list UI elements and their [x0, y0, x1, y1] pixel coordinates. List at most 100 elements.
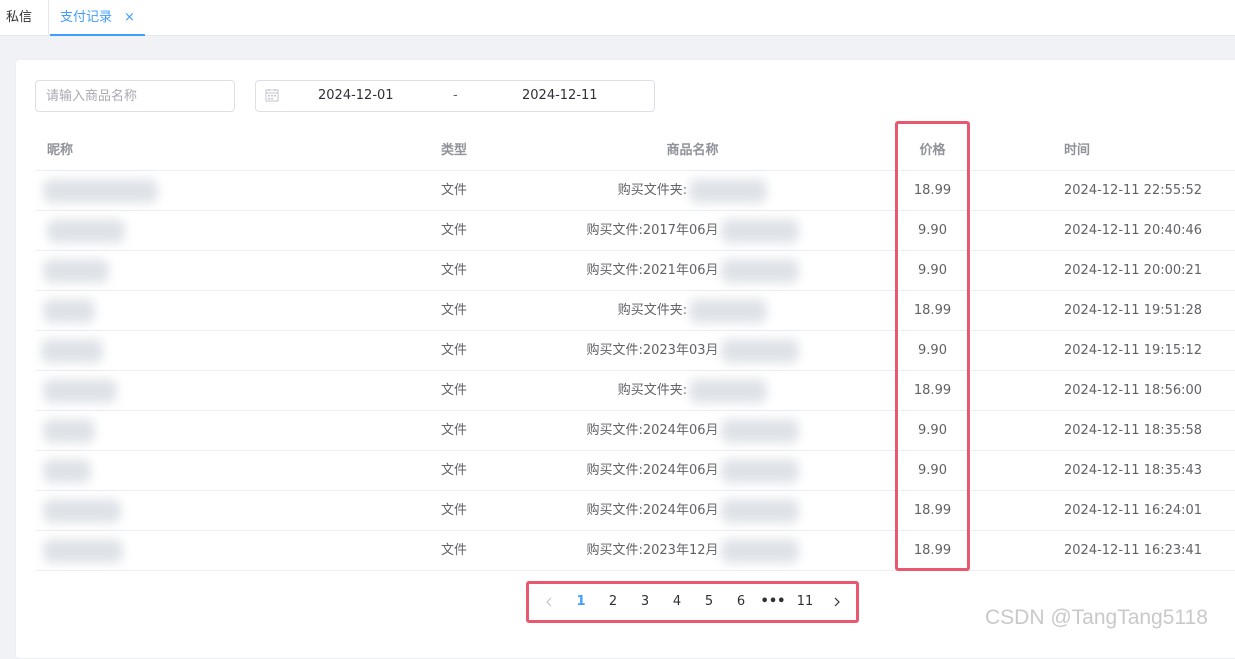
goods-name-blurred [720, 538, 799, 563]
page-11-button[interactable]: 11 [790, 592, 820, 612]
goods-cell: 购买文件:2017年06月 [575, 211, 810, 251]
table-row[interactable]: 文件 购买文件:2023年12月 18.99 2024-12-11 16:23:… [35, 531, 1235, 571]
goods-cell: 购买文件:2024年06月 [575, 451, 810, 491]
nickname-blurred [47, 219, 125, 243]
goods-name-text: 购买文件:2017年06月 [586, 223, 719, 238]
page-2-button[interactable]: 2 [598, 592, 628, 612]
tab-bar: 私信 支付记录 × [0, 0, 1235, 36]
watermark: CSDN @TangTang5118 [985, 606, 1208, 629]
goods-cell: 购买文件:2024年06月 [575, 491, 810, 531]
table-row[interactable]: 文件 购买文件:2024年06月 18.99 2024-12-11 16:24:… [35, 491, 1235, 531]
type-cell: 文件 [440, 263, 467, 278]
price-cell: 18.99 [913, 303, 952, 318]
page-5-button[interactable]: 5 [694, 592, 724, 612]
goods-name-text: 购买文件:2024年06月 [586, 423, 719, 438]
nickname-blurred [43, 179, 158, 203]
goods-name-blurred [720, 498, 799, 523]
page-3-button[interactable]: 3 [630, 592, 660, 612]
table-row[interactable]: 文件 购买文件:2024年06月 9.90 2024-12-11 18:35:4… [35, 451, 1235, 491]
time-cell: 2024-12-11 19:51:28 [1064, 303, 1203, 318]
nickname-blurred [43, 539, 123, 563]
table-row[interactable]: 文件 购买文件夹: 18.99 2024-12-11 22:55:52 [35, 171, 1235, 211]
price-cell: 18.99 [913, 503, 952, 518]
price-cell: 18.99 [913, 383, 952, 398]
table-row[interactable]: 文件 购买文件:2021年06月 9.90 2024-12-11 20:00:2… [35, 251, 1235, 291]
calendar-icon [265, 89, 279, 102]
table-row[interactable]: 文件 购买文件夹: 18.99 2024-12-11 19:51:28 [35, 291, 1235, 331]
nickname-blurred [43, 259, 109, 283]
date-separator: - [453, 88, 458, 103]
column-header-type: 类型 [440, 143, 467, 158]
price-cell: 18.99 [913, 183, 952, 198]
type-cell: 文件 [440, 463, 467, 478]
type-cell: 文件 [440, 303, 467, 318]
table-row[interactable]: 文件 购买文件:2023年03月 9.90 2024-12-11 19:15:1… [35, 331, 1235, 371]
tab-payment-records-label: 支付记录 [60, 10, 113, 25]
tab-payment-records[interactable]: 支付记录 × [50, 0, 145, 36]
close-icon[interactable]: × [124, 0, 135, 36]
table-row[interactable]: 文件 购买文件:2017年06月 9.90 2024-12-11 20:40:4… [35, 211, 1235, 251]
price-cell: 9.90 [918, 223, 947, 238]
end-date[interactable]: 2024-12-11 [522, 88, 598, 103]
column-header-nickname: 昵称 [47, 143, 74, 158]
goods-name-blurred [720, 418, 799, 443]
table-row[interactable]: 文件 购买文件夹: 18.99 2024-12-11 18:56:00 [35, 371, 1235, 411]
goods-name-blurred [720, 218, 799, 243]
prev-page-button[interactable] [534, 592, 564, 612]
type-cell: 文件 [440, 183, 467, 198]
goods-name-input[interactable] [35, 80, 235, 112]
time-cell: 2024-12-11 19:15:12 [1064, 343, 1203, 358]
date-range-picker[interactable]: 2024-12-01 - 2024-12-11 [255, 80, 655, 112]
type-cell: 文件 [440, 543, 467, 558]
type-cell: 文件 [440, 383, 467, 398]
more-pages-ellipsis[interactable]: ••• [758, 592, 788, 612]
time-cell: 2024-12-11 18:56:00 [1064, 383, 1203, 398]
goods-name-text: 购买文件:2023年12月 [586, 543, 719, 558]
nickname-blurred [43, 459, 91, 483]
goods-name-blurred [689, 298, 768, 323]
start-date[interactable]: 2024-12-01 [318, 88, 394, 103]
goods-name-text: 购买文件夹: [617, 383, 688, 398]
type-cell: 文件 [440, 423, 467, 438]
time-cell: 2024-12-11 20:00:21 [1064, 263, 1203, 278]
table-row[interactable]: 文件 购买文件:2024年06月 9.90 2024-12-11 18:35:5… [35, 411, 1235, 451]
chevron-left-icon [546, 597, 552, 607]
goods-cell: 购买文件夹: [575, 171, 810, 211]
page-1-button[interactable]: 1 [566, 592, 596, 612]
time-cell: 2024-12-11 16:23:41 [1064, 543, 1203, 558]
goods-cell: 购买文件:2021年06月 [575, 251, 810, 291]
goods-cell: 购买文件:2024年06月 [575, 411, 810, 451]
goods-name-blurred [720, 338, 799, 363]
goods-name-blurred [689, 178, 768, 203]
goods-cell: 购买文件夹: [575, 291, 810, 331]
goods-name-text: 购买文件:2023年03月 [586, 343, 719, 358]
price-cell: 9.90 [918, 343, 947, 358]
column-header-price: 价格 [919, 143, 946, 158]
next-page-button[interactable] [822, 592, 852, 612]
time-cell: 2024-12-11 20:40:46 [1064, 223, 1203, 238]
time-cell: 2024-12-11 18:35:43 [1064, 463, 1203, 478]
column-header-time: 时间 [1064, 143, 1091, 158]
time-cell: 2024-12-11 18:35:58 [1064, 423, 1203, 438]
table-header: 昵称 类型 商品名称 价格 时间 [35, 131, 1235, 171]
nickname-blurred [43, 499, 121, 523]
goods-cell: 购买文件夹: [575, 371, 810, 411]
time-cell: 2024-12-11 16:24:01 [1064, 503, 1203, 518]
nickname-blurred [43, 299, 95, 323]
type-cell: 文件 [440, 503, 467, 518]
chevron-right-icon [834, 597, 840, 607]
goods-cell: 购买文件:2023年03月 [575, 331, 810, 371]
goods-name-blurred [720, 458, 799, 483]
goods-cell: 购买文件:2023年12月 [575, 531, 810, 571]
page-4-button[interactable]: 4 [662, 592, 692, 612]
nickname-blurred [43, 419, 95, 443]
goods-name-text: 购买文件:2024年06月 [586, 463, 719, 478]
price-cell: 9.90 [918, 423, 947, 438]
goods-name-text: 购买文件:2024年06月 [586, 503, 719, 518]
time-cell: 2024-12-11 22:55:52 [1064, 183, 1203, 198]
tab-messages[interactable]: 私信 [0, 0, 49, 36]
goods-name-text: 购买文件:2021年06月 [586, 263, 719, 278]
column-header-goods-name: 商品名称 [666, 143, 719, 158]
type-cell: 文件 [440, 343, 467, 358]
page-6-button[interactable]: 6 [726, 592, 756, 612]
